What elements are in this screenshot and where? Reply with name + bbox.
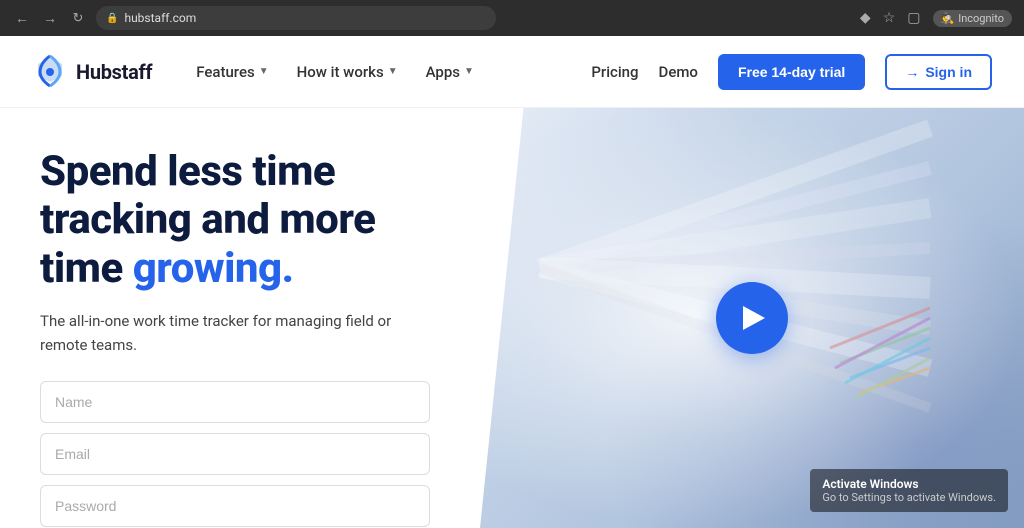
logo-text: Hubstaff [76,60,152,84]
address-bar[interactable]: 🔒 hubstaff.com [96,6,496,30]
heading-highlight: growing. [133,244,294,293]
lock-icon: 🔒 [106,13,118,24]
name-input[interactable] [40,381,430,423]
incognito-label: Incognito [958,12,1004,25]
browser-chrome: ← → ↻ 🔒 hubstaff.com ◆ ☆ ▢ 🕵 Incognito [0,0,1024,36]
nav-links: Features ▼ How it works ▼ Apps ▼ [184,55,486,89]
signin-label: Sign in [925,64,972,80]
nav-features[interactable]: Features ▼ [184,55,280,89]
watermark-subtitle: Go to Settings to activate Windows. [822,491,996,504]
demo-link[interactable]: Demo [659,63,698,81]
signin-icon: → [905,64,919,80]
forward-button[interactable]: → [40,10,60,27]
apps-chevron: ▼ [464,66,474,77]
how-it-works-label: How it works [297,63,384,81]
hero-subtext: The all-in-one work time tracker for man… [40,309,420,357]
navbar: Hubstaff Features ▼ How it works ▼ Apps … [0,36,1024,108]
nav-apps[interactable]: Apps ▼ [414,55,486,89]
incognito-icon: 🕵 [941,12,955,25]
hero-visual: Activate Windows Go to Settings to activ… [480,108,1024,528]
signin-button[interactable]: → Sign in [885,54,992,90]
trial-button[interactable]: Free 14-day trial [718,54,865,90]
tab-icon[interactable]: ▢ [907,10,920,26]
url-text: hubstaff.com [124,11,196,25]
bookmark-icon[interactable]: ☆ [883,10,896,26]
password-input[interactable] [40,485,430,527]
play-icon [743,306,765,330]
logo-icon [32,54,68,90]
logo[interactable]: Hubstaff [32,54,152,90]
heading-line2: tracking and more [40,195,375,244]
activation-watermark: Activate Windows Go to Settings to activ… [810,469,1008,512]
browser-actions: ◆ ☆ ▢ 🕵 Incognito [860,10,1012,27]
email-input[interactable] [40,433,430,475]
play-button[interactable] [716,282,788,354]
features-chevron: ▼ [259,66,269,77]
signup-form [40,381,430,527]
hero-heading: Spend less time tracking and more time g… [40,148,440,293]
nav-how-it-works[interactable]: How it works ▼ [285,55,410,89]
incognito-badge: 🕵 Incognito [933,10,1013,27]
back-button[interactable]: ← [12,10,32,27]
pricing-link[interactable]: Pricing [591,63,638,81]
nav-right: Pricing Demo Free 14-day trial → Sign in [591,54,992,90]
apps-label: Apps [426,63,460,81]
how-it-works-chevron: ▼ [388,66,398,77]
hero-section: Spend less time tracking and more time g… [0,108,1024,528]
heading-line3-normal: time [40,244,133,293]
hero-content: Spend less time tracking and more time g… [0,108,480,528]
watermark-title: Activate Windows [822,477,996,491]
reload-button[interactable]: ↻ [68,11,88,26]
features-label: Features [196,63,254,81]
extensions-icon[interactable]: ◆ [860,10,871,26]
heading-line1: Spend less time [40,147,335,196]
